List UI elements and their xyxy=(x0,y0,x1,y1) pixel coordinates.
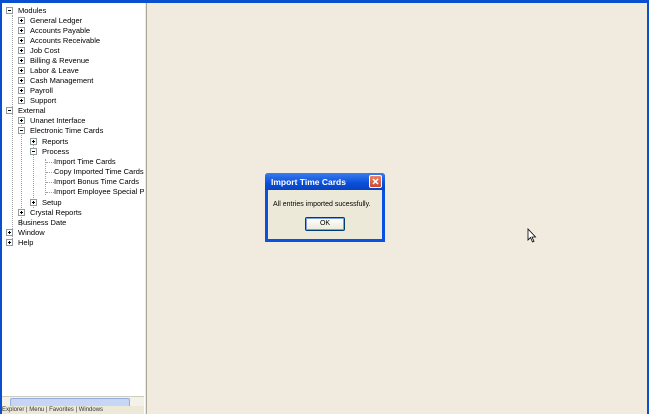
expand-icon[interactable] xyxy=(18,77,25,84)
expand-icon[interactable] xyxy=(18,37,25,44)
tree-item-label: Job Cost xyxy=(30,46,60,55)
tree-item-label: Business Date xyxy=(18,218,67,227)
close-icon xyxy=(372,178,379,185)
tree-connector xyxy=(12,15,13,243)
expand-icon[interactable] xyxy=(18,87,25,94)
expand-icon[interactable] xyxy=(6,229,13,236)
tree-connector xyxy=(46,182,54,183)
tree-item-label: External xyxy=(18,106,46,115)
expand-icon[interactable] xyxy=(18,57,25,64)
tree-item-label: Electronic Time Cards xyxy=(30,126,104,135)
dialog-body: All entries imported sucessfully. OK xyxy=(268,190,382,239)
expand-icon[interactable] xyxy=(18,17,25,24)
collapse-icon[interactable] xyxy=(6,107,13,114)
tree-item-label: Unanet Interface xyxy=(30,116,86,125)
expand-icon[interactable] xyxy=(18,209,25,216)
expand-icon[interactable] xyxy=(18,117,25,124)
expand-icon[interactable] xyxy=(18,47,25,54)
dialog-title: Import Time Cards xyxy=(271,177,346,187)
tree-connector xyxy=(46,172,54,173)
expand-icon[interactable] xyxy=(18,67,25,74)
expand-icon[interactable] xyxy=(18,97,25,104)
dialog-message: All entries imported sucessfully. xyxy=(273,201,371,208)
mouse-cursor-icon xyxy=(527,228,537,243)
tree-item-label: Accounts Receivable xyxy=(30,36,101,45)
tree-item-label: Help xyxy=(18,238,34,247)
tree-item-label: Import Bonus Time Cards xyxy=(54,177,140,186)
expand-icon[interactable] xyxy=(6,239,13,246)
tree-item-label: Import Employee Special Pay xyxy=(54,187,145,196)
tree-connector xyxy=(45,159,46,195)
import-time-cards-dialog: Import Time Cards All entries imported s… xyxy=(265,173,385,242)
tree-item-label: Reports xyxy=(42,137,69,146)
tree-item-label: Setup xyxy=(42,198,62,207)
collapse-icon[interactable] xyxy=(30,148,37,155)
tree-item-label: Copy Imported Time Cards xyxy=(54,167,144,176)
expand-icon[interactable] xyxy=(30,138,37,145)
tree-item-label: Import Time Cards xyxy=(54,157,116,166)
tree-item-label: Cash Management xyxy=(30,76,94,85)
tree-connector xyxy=(46,162,54,163)
main-workspace xyxy=(147,3,647,414)
tree-connector xyxy=(46,192,54,193)
expand-icon[interactable] xyxy=(30,199,37,206)
close-button[interactable] xyxy=(369,175,382,188)
tree-item-label: General Ledger xyxy=(30,16,83,25)
collapse-icon[interactable] xyxy=(18,127,25,134)
tree-item-label: Process xyxy=(42,147,70,156)
ok-button[interactable]: OK xyxy=(305,217,345,231)
tree-item-label: Accounts Payable xyxy=(30,26,91,35)
expand-icon[interactable] xyxy=(18,27,25,34)
tree-item-label: Modules xyxy=(18,6,47,15)
tree-item-label: Billing & Revenue xyxy=(30,56,90,65)
dialog-titlebar[interactable]: Import Time Cards xyxy=(265,173,385,190)
tree-item-label: Labor & Leave xyxy=(30,66,79,75)
tree-item-label: Window xyxy=(18,228,45,237)
navigation-tree[interactable]: Modules General Ledger Accounts Payable … xyxy=(2,3,145,405)
tree-item-label: Crystal Reports xyxy=(30,208,82,217)
tree-item-label: Payroll xyxy=(30,86,53,95)
tree-item-label: Support xyxy=(30,96,57,105)
collapse-icon[interactable] xyxy=(6,7,13,14)
panel-tabs[interactable]: Explorer | Menu | Favorites | Windows xyxy=(2,406,144,414)
